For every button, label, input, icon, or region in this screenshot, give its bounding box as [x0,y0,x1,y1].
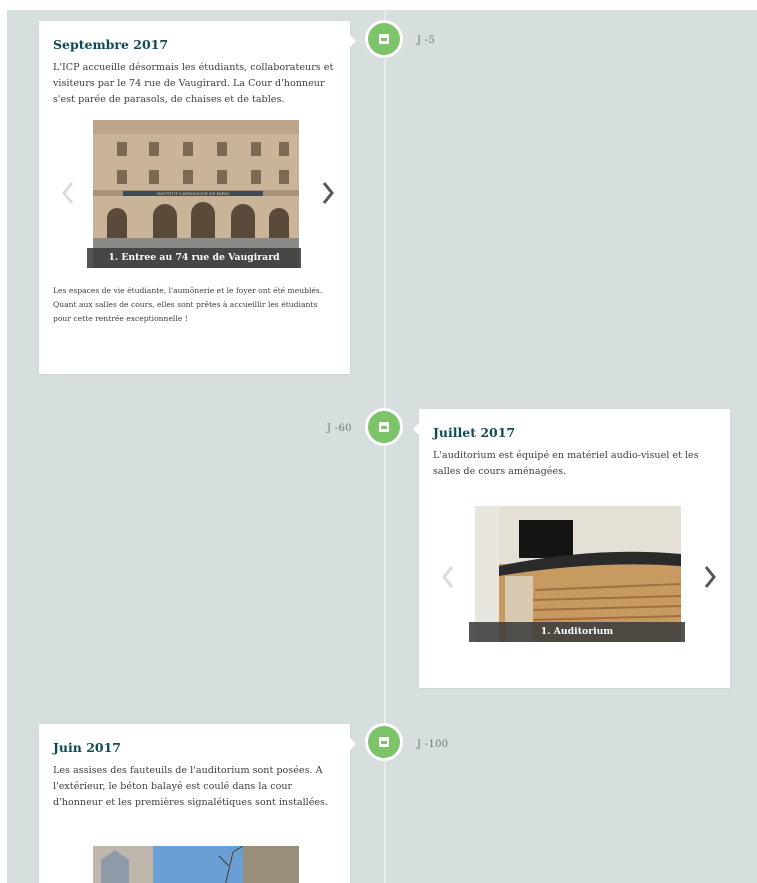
countdown-label: J -5 [417,35,436,46]
timeline-card-septembre: Septembre 2017 L'ICP accueille désormais… [39,21,356,374]
timeline-node[interactable] [365,408,403,446]
card-text: L'auditorium est équipé en matériel audi… [433,450,699,477]
photo-carousel: INSTITUT CATHOLIQUE DE PARIS 1. Entree a… [53,120,336,272]
countdown-label: J -100 [417,739,449,750]
timeline-card-juillet: Juillet 2017 L'auditorium est équipé en … [413,409,730,688]
carousel-prev-button[interactable] [61,180,75,206]
card-pointer [413,423,419,435]
photo-icon [379,737,389,747]
timeline: Septembre 2017 L'ICP accueille désormais… [7,10,757,883]
card-footer-text: Les espaces de vie étudiante, l'aumôneri… [53,286,323,323]
carousel-photo[interactable] [93,846,299,883]
timeline-node[interactable] [365,723,403,761]
carousel-prev-button[interactable] [441,564,455,590]
chevron-right-icon [704,566,716,588]
carousel-photo[interactable]: INSTITUT CATHOLIQUE DE PARIS [93,120,299,268]
countdown-label: J -60 [327,423,352,434]
card-text: L'ICP accueille désormais les étudiants,… [53,62,334,105]
chevron-left-icon [442,566,454,588]
card-date: Juin 2017 [53,740,121,755]
timeline-card-juin: Juin 2017 Les assises des fauteuils de l… [39,724,356,883]
building-sign-text: INSTITUT CATHOLIQUE DE PARIS [157,191,229,196]
timeline-node[interactable] [365,20,403,58]
card-pointer [350,738,356,750]
card-date: Juillet 2017 [433,425,516,440]
photo-caption: 1. Auditorium [469,622,685,642]
photo-carousel: 1. Auditorium [433,506,716,658]
building-facade-image: INSTITUT CATHOLIQUE DE PARIS [93,120,299,268]
carousel-next-button[interactable] [321,180,335,206]
photo-icon [379,422,389,432]
chevron-right-icon [322,182,334,204]
card-pointer [350,35,356,47]
carousel-next-button[interactable] [703,564,717,590]
card-text: Les assises des fauteuils de l'auditoriu… [53,765,329,808]
photo-icon [379,34,389,44]
photo-caption: 1. Entree au 74 rue de Vaugirard [87,248,301,268]
chevron-left-icon [62,182,74,204]
courtyard-image [93,846,299,883]
card-date: Septembre 2017 [53,37,169,52]
